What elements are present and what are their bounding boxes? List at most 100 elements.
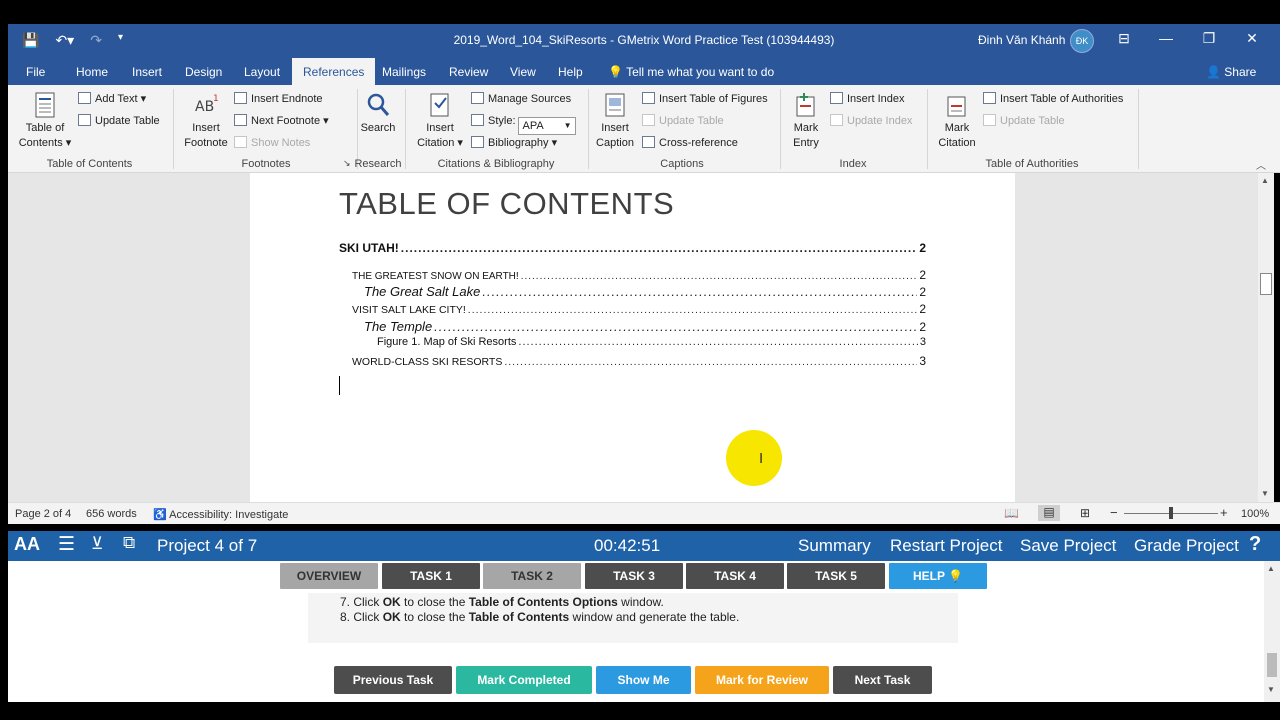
grade-project-button[interactable]: Grade Project xyxy=(1134,536,1239,556)
insert-table-of-authorities-button[interactable]: Insert Table of Authorities xyxy=(983,92,1123,105)
tab-home[interactable]: Home xyxy=(76,65,108,79)
user-name[interactable]: Đinh Văn Khánh xyxy=(978,33,1065,47)
collapse-ribbon-icon[interactable]: ︿ xyxy=(1256,157,1266,172)
citation-label-1: Insert xyxy=(426,122,454,134)
update-figures-table-button[interactable]: Update Table xyxy=(642,114,724,127)
cross-reference-button[interactable]: Cross-reference xyxy=(642,136,738,149)
tab-design[interactable]: Design xyxy=(185,65,222,79)
tab-review[interactable]: Review xyxy=(449,65,488,79)
mark-citation-button[interactable]: Mark Citation xyxy=(932,91,982,151)
scroll-up-icon[interactable]: ▲ xyxy=(1267,564,1275,573)
summary-button[interactable]: Summary xyxy=(798,536,871,556)
scroll-thumb[interactable] xyxy=(1267,653,1277,677)
tab-view[interactable]: View xyxy=(510,65,536,79)
web-layout-icon[interactable]: ⊞ xyxy=(1080,506,1090,520)
insert-footnote-button[interactable]: AB 1 Insert Footnote xyxy=(178,91,234,151)
minimize-icon[interactable]: — xyxy=(1156,30,1176,46)
menu-icon[interactable]: ☰ xyxy=(58,533,75,556)
toc-entry[interactable]: Figure 1. Map of Ski Resorts 3 xyxy=(377,336,926,348)
task-2-tab[interactable]: TASK 2 xyxy=(483,563,581,589)
zoom-out-icon[interactable]: − xyxy=(1110,505,1118,520)
read-mode-icon[interactable]: 📖 xyxy=(1004,506,1019,520)
mark-citation-icon xyxy=(947,96,966,117)
toc-entry[interactable]: The Temple 2 xyxy=(364,319,926,334)
task-4-tab[interactable]: TASK 4 xyxy=(686,563,784,589)
page-count[interactable]: Page 2 of 4 xyxy=(15,508,71,520)
previous-task-button[interactable]: Previous Task xyxy=(334,666,452,694)
mark-for-review-button[interactable]: Mark for Review xyxy=(695,666,829,694)
dialog-launcher-icon[interactable]: ↘ xyxy=(343,158,351,169)
accessibility-status[interactable]: ♿ Accessibility: Investigate xyxy=(153,508,288,521)
manage-sources-button[interactable]: Manage Sources xyxy=(471,92,571,105)
group-divider xyxy=(588,89,589,169)
task-3-tab[interactable]: TASK 3 xyxy=(585,563,683,589)
step-bold: Table of Contents Options xyxy=(468,595,618,609)
word-count[interactable]: 656 words xyxy=(86,508,137,520)
next-task-button[interactable]: Next Task xyxy=(833,666,932,694)
tab-insert[interactable]: Insert xyxy=(132,65,162,79)
screen: 💾 ↶▾ ↷ ▾ 2019_Word_104_SkiResorts - GMet… xyxy=(0,0,1280,720)
toc-entry[interactable]: VISIT SALT LAKE CITY! 2 xyxy=(352,302,926,316)
toa-icon xyxy=(983,92,996,104)
task-5-tab[interactable]: TASK 5 xyxy=(787,563,885,589)
task-panel-scrollbar[interactable]: ▲ ▼ xyxy=(1264,561,1280,702)
toc-entry[interactable]: WORLD-CLASS SKI RESORTS 3 xyxy=(352,354,926,368)
table-of-figures-icon xyxy=(642,92,655,104)
document-page[interactable]: TABLE OF CONTENTS SKI UTAH! 2 THE GREATES… xyxy=(250,173,1015,502)
restore-icon[interactable]: ❐ xyxy=(1199,30,1219,47)
bibliography-button[interactable]: Bibliography ▾ xyxy=(471,136,557,149)
help-tab[interactable]: HELP 💡 xyxy=(889,563,987,589)
zoom-in-icon[interactable]: + xyxy=(1220,505,1228,520)
document-scrollbar[interactable]: ▲ ▼ xyxy=(1258,173,1274,502)
mark-completed-button[interactable]: Mark Completed xyxy=(456,666,592,694)
share-button[interactable]: 👤 Share xyxy=(1206,65,1256,79)
avatar[interactable]: ĐK xyxy=(1070,29,1094,53)
ibeam-cursor-icon: I xyxy=(759,450,764,467)
search-button[interactable]: Search xyxy=(358,91,398,136)
task-1-tab[interactable]: TASK 1 xyxy=(382,563,480,589)
insert-index-button[interactable]: Insert Index xyxy=(830,92,904,105)
scroll-up-icon[interactable]: ▲ xyxy=(1261,176,1269,185)
tab-layout[interactable]: Layout xyxy=(244,65,280,79)
insert-citation-button[interactable]: Insert Citation ▾ xyxy=(410,91,470,151)
toc-entry[interactable]: THE GREATEST SNOW ON EARTH! 2 xyxy=(352,268,926,282)
update-table-button[interactable]: Update Table xyxy=(78,114,160,127)
mark-entry-button[interactable]: Mark Entry xyxy=(784,91,828,151)
zoom-level[interactable]: 100% xyxy=(1241,508,1269,520)
insert-table-of-figures-button[interactable]: Insert Table of Figures xyxy=(642,92,768,105)
chevron-down-icon[interactable]: ▾ xyxy=(323,115,329,127)
show-me-button[interactable]: Show Me xyxy=(596,666,691,694)
tab-file[interactable]: File xyxy=(26,65,45,79)
insert-caption-button[interactable]: Insert Caption xyxy=(592,91,638,151)
tab-references[interactable]: References xyxy=(292,58,376,86)
table-of-contents-button[interactable]: Table of Contents ▾ xyxy=(12,91,78,151)
accessibility-icon: ♿ xyxy=(153,509,167,521)
style-dropdown[interactable]: APA ▼ xyxy=(517,117,576,135)
tell-me-box[interactable]: 💡 Tell me what you want to do xyxy=(608,65,774,79)
update-toa-button[interactable]: Update Table xyxy=(983,114,1065,127)
scroll-down-icon[interactable]: ▼ xyxy=(1261,489,1269,498)
next-footnote-button[interactable]: Next Footnote ▾ xyxy=(234,114,329,127)
tab-mailings[interactable]: Mailings xyxy=(382,65,426,79)
help-icon[interactable]: ? xyxy=(1249,533,1261,556)
toc-entry[interactable]: The Great Salt Lake 2 xyxy=(364,284,926,299)
toc-entry[interactable]: SKI UTAH! 2 xyxy=(339,241,926,255)
insert-endnote-button[interactable]: Insert Endnote xyxy=(234,92,323,105)
tab-help[interactable]: Help xyxy=(558,65,583,79)
show-notes-button[interactable]: Show Notes xyxy=(234,136,310,149)
ribbon-display-options-icon[interactable]: ⊟ xyxy=(1114,30,1134,47)
save-project-button[interactable]: Save Project xyxy=(1020,536,1116,556)
add-text-button[interactable]: Add Text ▾ xyxy=(78,92,146,105)
overview-tab[interactable]: OVERVIEW xyxy=(280,563,378,589)
scroll-thumb[interactable] xyxy=(1260,273,1272,295)
update-toa-icon xyxy=(983,114,996,126)
print-layout-icon[interactable]: ▤ xyxy=(1038,505,1060,521)
restart-project-button[interactable]: Restart Project xyxy=(890,536,1002,556)
scroll-down-icon[interactable]: ▼ xyxy=(1267,685,1275,694)
close-icon[interactable]: ✕ xyxy=(1242,30,1262,47)
windows-icon[interactable]: ⧉ xyxy=(123,533,135,553)
zoom-slider-thumb[interactable] xyxy=(1169,507,1173,519)
font-size-icon[interactable]: AA xyxy=(14,534,40,555)
update-index-button[interactable]: Update Index xyxy=(830,114,912,127)
download-icon[interactable]: ⊻ xyxy=(91,534,103,554)
